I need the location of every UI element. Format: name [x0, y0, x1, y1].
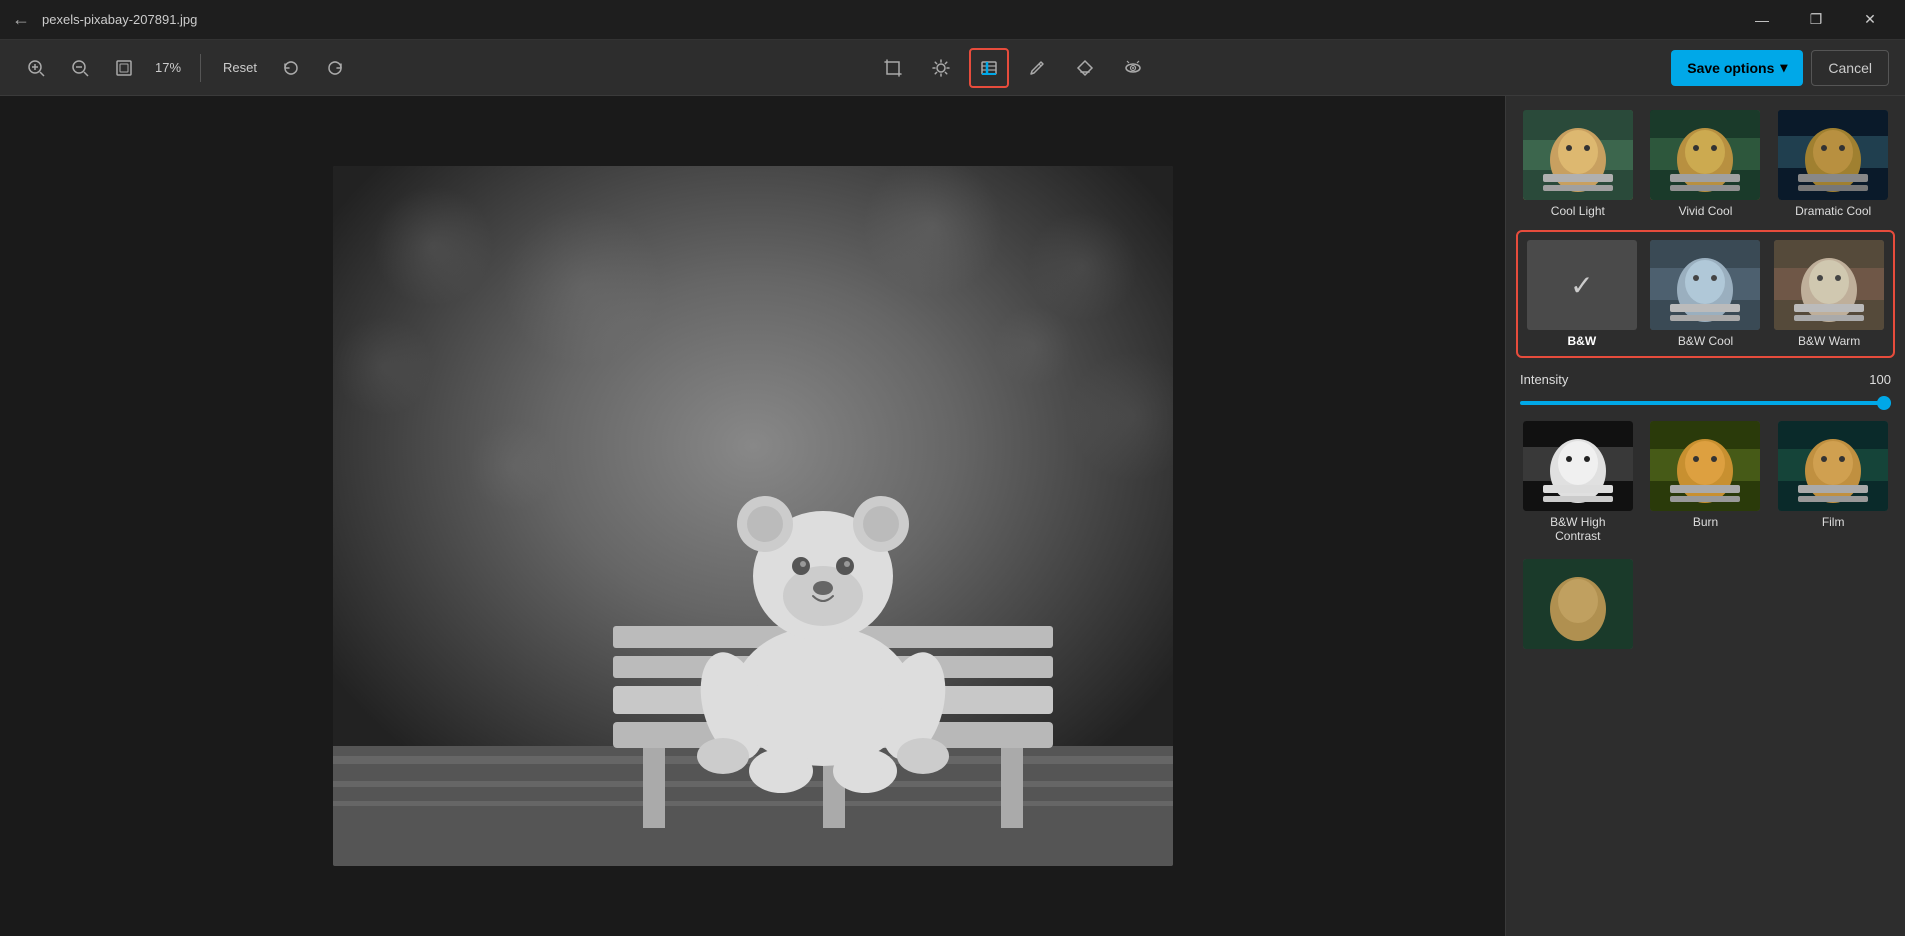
filter-dramatic-cool[interactable]: Dramatic Cool [1771, 106, 1895, 222]
filter-burn-label: Burn [1693, 515, 1718, 529]
intensity-label: Intensity [1520, 372, 1568, 387]
filter-bw-warm-label: B&W Warm [1798, 334, 1860, 348]
brightness-tool-button[interactable] [921, 48, 961, 88]
filter-cool-light[interactable]: Cool Light [1516, 106, 1640, 222]
intensity-slider-row[interactable] [1516, 401, 1895, 417]
filter-thumb-dramatic-cool [1778, 110, 1888, 200]
titlebar: ← pexels-pixabay-207891.jpg — ❐ ✕ [0, 0, 1905, 40]
history-controls: Reset [213, 48, 355, 88]
save-options-arrow: ▾ [1780, 59, 1787, 76]
filter-bw-cool-label: B&W Cool [1678, 334, 1733, 348]
zoom-out-button[interactable] [60, 48, 100, 88]
minimize-button[interactable]: — [1739, 5, 1785, 35]
canvas-area[interactable] [0, 96, 1505, 936]
toolbar-right: Save options ▾ Cancel [1671, 50, 1889, 86]
filter-burn-thumb [1650, 421, 1760, 511]
undo-button[interactable] [271, 48, 311, 88]
filter-film-label: Film [1822, 515, 1845, 529]
filter-bw-warm[interactable]: B&W Warm [1769, 236, 1889, 352]
maximize-button[interactable]: ❐ [1793, 5, 1839, 35]
intensity-row: Intensity 100 [1516, 366, 1895, 393]
filter-bw-cool-thumb [1650, 240, 1760, 330]
save-options-label: Save options [1687, 60, 1774, 76]
main-content: Cool Light Vivid Cool [0, 96, 1905, 936]
intensity-value: 100 [1869, 372, 1891, 387]
markup-tool-button[interactable] [1017, 48, 1057, 88]
redo-button[interactable] [315, 48, 355, 88]
close-button[interactable]: ✕ [1847, 5, 1893, 35]
erase-tool-button[interactable] [1065, 48, 1105, 88]
filter-vivid-cool[interactable]: Vivid Cool [1644, 106, 1768, 222]
intensity-slider[interactable] [1520, 401, 1891, 405]
intensity-slider-thumb[interactable] [1877, 396, 1891, 410]
filter-bw-label: B&W [1567, 334, 1596, 348]
fit-button[interactable] [104, 48, 144, 88]
filter-row-4 [1516, 555, 1895, 653]
filter-bw-high-contrast-label: B&W HighContrast [1550, 515, 1605, 543]
right-panel: Cool Light Vivid Cool [1505, 96, 1905, 936]
zoom-controls: 17% [16, 48, 188, 88]
filter-bw-high-contrast-thumb [1523, 421, 1633, 511]
filter-dramatic-cool-label: Dramatic Cool [1795, 204, 1871, 218]
save-options-button[interactable]: Save options ▾ [1671, 50, 1803, 86]
window-title: pexels-pixabay-207891.jpg [42, 12, 197, 27]
filter-thumb-vivid-cool [1650, 110, 1760, 200]
redeye-tool-button[interactable] [1113, 48, 1153, 88]
filter-row-1: Cool Light Vivid Cool [1516, 106, 1895, 222]
filter-row-3: B&W HighContrast Burn [1516, 417, 1895, 547]
window-controls: — ❐ ✕ [1739, 5, 1893, 35]
zoom-value: 17% [148, 60, 188, 75]
filter-vivid-cool-label: Vivid Cool [1679, 204, 1733, 218]
filter-extra-1-thumb [1523, 559, 1633, 649]
selected-filter-group: ✓ B&W [1516, 230, 1895, 358]
filter-bw-high-contrast[interactable]: B&W HighContrast [1516, 417, 1640, 547]
filter-bw[interactable]: ✓ B&W [1522, 236, 1642, 352]
filter-extra-1[interactable] [1516, 555, 1640, 653]
back-button[interactable]: ← [12, 9, 30, 30]
filters-tool-button[interactable] [969, 48, 1009, 88]
filter-thumb-cool-light [1523, 110, 1633, 200]
toolbar-divider [200, 54, 201, 82]
filter-burn[interactable]: Burn [1644, 417, 1768, 547]
cancel-button[interactable]: Cancel [1811, 50, 1889, 86]
filter-bw-warm-thumb [1774, 240, 1884, 330]
main-image [333, 166, 1173, 866]
reset-button[interactable]: Reset [213, 54, 267, 81]
crop-tool-button[interactable] [873, 48, 913, 88]
filter-bw-thumb: ✓ [1527, 240, 1637, 330]
filter-film-thumb [1778, 421, 1888, 511]
filter-film[interactable]: Film [1771, 417, 1895, 547]
zoom-in-button[interactable] [16, 48, 56, 88]
filter-cool-light-label: Cool Light [1551, 204, 1605, 218]
selected-filter-row: ✓ B&W [1522, 236, 1889, 352]
filter-bw-cool[interactable]: B&W Cool [1646, 236, 1766, 352]
toolbar: 17% Reset [0, 40, 1905, 96]
